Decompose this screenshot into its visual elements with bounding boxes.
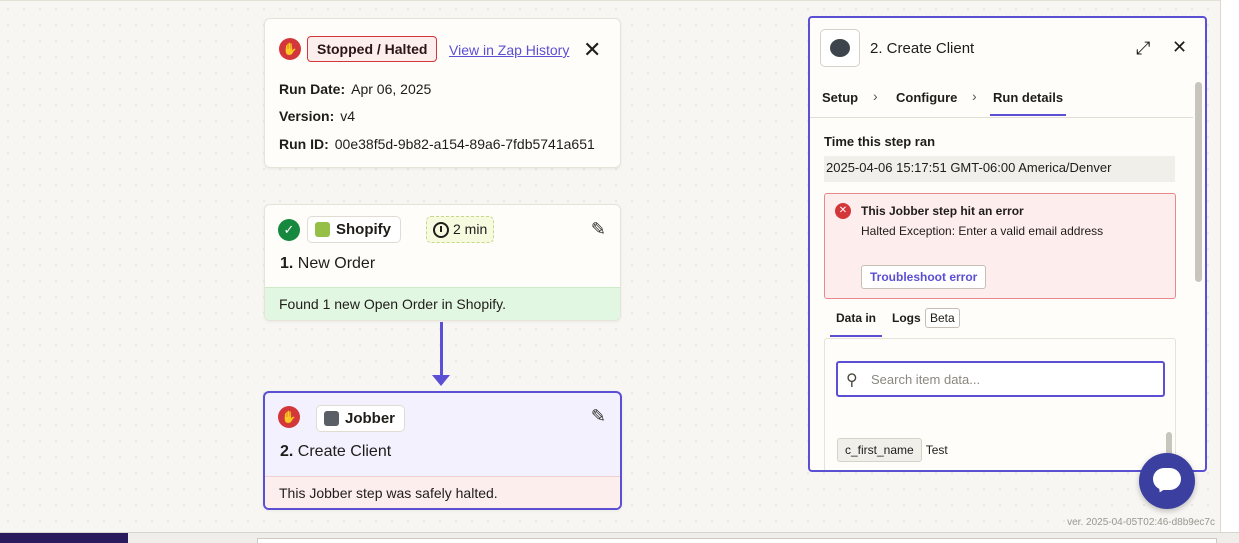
search-input[interactable] xyxy=(871,368,1156,390)
run-date-value: Apr 06, 2025 xyxy=(351,81,432,97)
tab-configure[interactable]: Configure xyxy=(896,90,957,105)
shopify-logo-icon xyxy=(315,222,330,237)
step-details-panel: 2. Create Client ⤢ ✕ Setup › Configure ›… xyxy=(808,16,1207,472)
clock-icon xyxy=(433,222,449,238)
app-pill-shopify: Shopify xyxy=(307,216,401,243)
step-result-banner: This Jobber step was safely halted. xyxy=(265,476,620,508)
run-id-row: Run ID: 00e38f5d-9b82-a154-89a6-7fdb5741a… xyxy=(279,136,595,152)
step-name: Create Client xyxy=(297,443,392,460)
beta-badge: Beta xyxy=(925,308,960,328)
edit-pencil-icon[interactable]: ✎ xyxy=(591,406,606,427)
connector-arrow xyxy=(432,375,450,386)
error-message: Halted Exception: Enter a valid email ad… xyxy=(861,224,1104,238)
taskbar-strip xyxy=(0,532,1239,543)
step-number: 2. xyxy=(280,443,294,460)
taskbar-accent xyxy=(0,533,128,543)
error-circle-icon: ✕ xyxy=(835,203,851,219)
jobber-logo-icon xyxy=(820,29,860,67)
app-name: Shopify xyxy=(336,221,391,238)
version-value: v4 xyxy=(340,108,356,124)
version-label: Version: xyxy=(279,108,335,124)
step-card-create-client[interactable]: ✋ Jobber ✎ 2. Create Client This Jobber … xyxy=(263,391,622,510)
run-info-card: ✋ Stopped / Halted View in Zap History ✕… xyxy=(264,18,621,168)
jobber-logo-icon xyxy=(324,411,339,426)
panel-title: 2. Create Client xyxy=(870,40,975,57)
time-ran-value: 2025-04-06 15:17:51 GMT-06:00 America/De… xyxy=(824,156,1175,182)
duration-badge: 2 min xyxy=(426,216,495,243)
chevron-right-icon: › xyxy=(873,88,878,104)
step-title: 2. Create Client xyxy=(280,443,391,461)
panel-header: 2. Create Client ⤢ ✕ xyxy=(810,18,1205,78)
panel-tabs: Setup › Configure › Run details xyxy=(810,80,1193,118)
hand-stop-icon: ✋ xyxy=(278,406,300,428)
step-number: 1. xyxy=(280,255,294,272)
data-field-row: c_first_name Test xyxy=(837,438,948,462)
window-edge xyxy=(1220,0,1239,543)
run-id-label: Run ID: xyxy=(279,136,329,152)
duration-value: 2 min xyxy=(453,221,488,237)
tab-data-in[interactable]: Data in xyxy=(830,311,883,337)
tab-logs[interactable]: Logs xyxy=(892,311,921,325)
expand-icon[interactable]: ⤢ xyxy=(1136,38,1150,59)
step-name: New Order xyxy=(297,255,376,272)
close-icon[interactable]: ✕ xyxy=(583,37,601,63)
run-date-row: Run Date: Apr 06, 2025 xyxy=(279,81,431,97)
check-circle-icon: ✓ xyxy=(278,219,300,241)
data-in-section: ⚲ c_first_nameTest xyxy=(824,338,1176,470)
run-date-label: Run Date: xyxy=(279,81,346,97)
tab-run-details[interactable]: Run details xyxy=(990,90,1067,116)
taskbar-field xyxy=(257,538,1217,543)
error-title: This Jobber step hit an error xyxy=(861,204,1024,218)
close-icon[interactable]: ✕ xyxy=(1172,37,1187,58)
version-row: Version: v4 xyxy=(279,108,355,124)
data-tabs: Data in Logs Beta xyxy=(824,306,1176,337)
hand-stop-icon: ✋ xyxy=(279,38,301,60)
error-alert: ✕ This Jobber step hit an error Halted E… xyxy=(824,193,1176,299)
app-name: Jobber xyxy=(345,410,396,427)
run-id-value: 00e38f5d-9b82-a154-89a6-7fdb5741a651 xyxy=(334,136,595,152)
field-value: Test xyxy=(925,443,948,457)
search-box[interactable]: ⚲ xyxy=(836,361,1165,397)
field-key: c_first_name xyxy=(837,438,922,462)
panel-scrollbar[interactable] xyxy=(1195,82,1202,282)
search-icon: ⚲ xyxy=(846,372,858,389)
app-pill-jobber: Jobber xyxy=(316,405,406,432)
step-card-new-order[interactable]: ✓ Shopify 2 min ✎ 1. New Order Found 1 n… xyxy=(264,204,621,321)
troubleshoot-error-button[interactable]: Troubleshoot error xyxy=(861,265,987,289)
tab-setup[interactable]: Setup xyxy=(822,90,858,105)
view-zap-history-link[interactable]: View in Zap History xyxy=(449,42,569,58)
chevron-right-icon: › xyxy=(972,88,977,104)
chat-button[interactable] xyxy=(1139,453,1195,509)
time-ran-label: Time this step ran xyxy=(824,134,936,149)
step-result-banner: Found 1 new Open Order in Shopify. xyxy=(265,287,620,320)
status-badge: Stopped / Halted xyxy=(307,36,438,62)
app-version: ver. 2025-04-05T02:46-d8b9ec7c xyxy=(1067,517,1215,528)
edit-pencil-icon[interactable]: ✎ xyxy=(591,219,606,240)
step-title: 1. New Order xyxy=(280,255,375,273)
